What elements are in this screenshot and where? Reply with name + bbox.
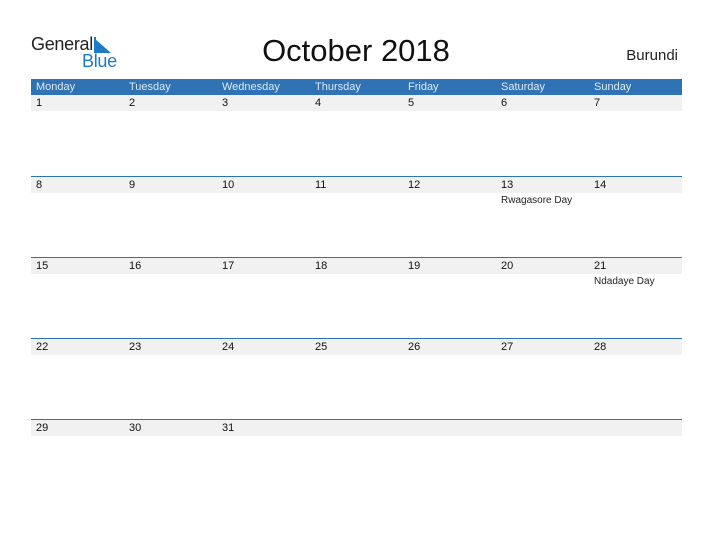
holiday-label [31,193,124,206]
weekday-thursday: Thursday [315,81,361,93]
date-strip: 15 16 17 18 19 20 21 [31,258,682,274]
week-row: 22 23 24 25 26 27 28 [31,338,682,419]
holiday-label [217,436,310,438]
holiday-label [31,274,124,287]
holiday-label [124,274,217,287]
weekday-friday: Friday [408,81,439,93]
events-row: Rwagasore Day [31,193,682,206]
holiday-label [310,355,403,357]
day-number: 31 [222,422,235,434]
day-number: 9 [129,179,136,191]
day-number: 6 [501,97,508,109]
day-number: 16 [129,260,142,272]
weekday-header: Monday Tuesday Wednesday Thursday Friday… [31,79,682,95]
day-number: 27 [501,341,514,353]
events-row [31,111,682,113]
holiday-label [403,436,496,438]
day-number: 8 [36,179,43,191]
day-number [589,420,682,436]
holiday-label [310,274,403,287]
holiday-label: Ndadaye Day [594,276,655,287]
holiday-label [124,355,217,357]
day-number: 24 [222,341,235,353]
holiday-label [496,436,589,438]
day-number: 12 [408,179,421,191]
day-number: 4 [315,97,322,109]
holiday-label: Rwagasore Day [501,195,573,206]
week-row: 8 9 10 11 12 13 14 Rwagasore Day [31,176,682,257]
day-number: 26 [408,341,421,353]
holiday-label [403,274,496,287]
day-number: 1 [36,97,43,109]
weekday-wednesday: Wednesday [222,81,280,93]
day-number: 29 [36,422,49,434]
holiday-label [589,193,682,206]
events-row: Ndadaye Day [31,274,682,287]
day-number: 28 [594,341,607,353]
holiday-label [31,355,124,357]
calendar-grid: Monday Tuesday Wednesday Thursday Friday… [31,79,682,500]
week-row: 15 16 17 18 19 20 21 Ndadaye Day [31,257,682,338]
date-strip: 1 2 3 4 5 6 7 [31,95,682,111]
holiday-label [310,111,403,113]
day-number: 23 [129,341,142,353]
date-strip: 22 23 24 25 26 27 28 [31,339,682,355]
holiday-label [403,111,496,113]
day-number: 5 [408,97,415,109]
weekday-sunday: Sunday [594,81,632,93]
holiday-label [589,111,682,113]
day-number: 7 [594,97,601,109]
holiday-label [496,355,589,357]
holiday-label [31,436,124,438]
day-number [310,420,403,436]
day-number: 25 [315,341,328,353]
day-number: 20 [501,260,514,272]
holiday-label [403,193,496,206]
day-number: 22 [36,341,49,353]
day-number [496,420,589,436]
holiday-label [217,274,310,287]
day-number: 17 [222,260,235,272]
day-number: 19 [408,260,421,272]
country-label: Burundi [626,47,678,64]
holiday-label [310,193,403,206]
day-number: 3 [222,97,229,109]
date-strip: 29 30 31 [31,420,682,436]
holiday-label [589,436,682,438]
day-number [403,420,496,436]
holiday-label [589,355,682,357]
holiday-label [124,193,217,206]
day-number: 2 [129,97,136,109]
holiday-label [496,111,589,113]
holiday-label [31,111,124,113]
day-number: 30 [129,422,142,434]
weekday-tuesday: Tuesday [129,81,171,93]
holiday-label [496,274,589,287]
calendar-title: October 2018 [262,33,450,68]
weekday-saturday: Saturday [501,81,546,93]
date-strip: 8 9 10 11 12 13 14 [31,177,682,193]
weekday-monday: Monday [36,81,76,93]
holiday-label [217,193,310,206]
holiday-label [217,111,310,113]
day-number: 13 [501,179,514,191]
day-number: 15 [36,260,49,272]
day-number: 21 [594,260,607,272]
holiday-label [124,436,217,438]
day-number: 10 [222,179,235,191]
events-row [31,436,682,438]
day-number: 11 [315,179,327,191]
day-number: 18 [315,260,328,272]
holiday-label [310,436,403,438]
week-row: 1 2 3 4 5 6 7 [31,95,682,176]
events-row [31,355,682,357]
holiday-label [124,111,217,113]
day-number: 14 [594,179,607,191]
holiday-label [217,355,310,357]
holiday-label [403,355,496,357]
week-row: 29 30 31 [31,419,682,500]
